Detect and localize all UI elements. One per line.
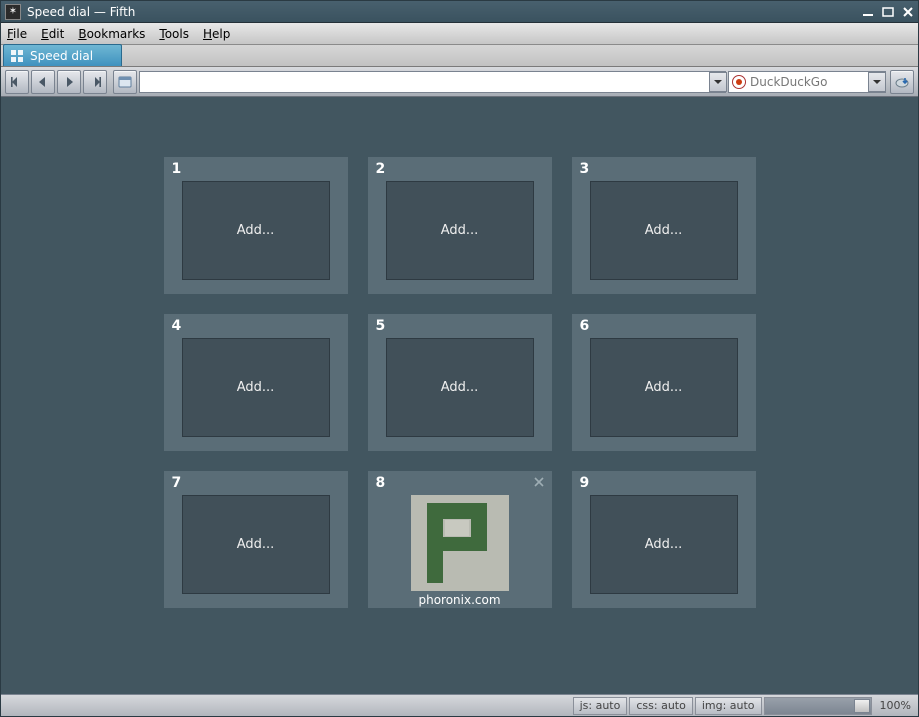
dial-inner: Add... [590, 495, 738, 594]
forward-button[interactable] [57, 70, 81, 94]
dial-add-label: Add... [645, 537, 683, 552]
url-input[interactable] [140, 72, 709, 92]
menu-tools[interactable]: Tools [159, 27, 189, 41]
dial-inner: Add... [182, 181, 330, 280]
speed-dial-icon [10, 49, 24, 63]
app-icon [5, 4, 21, 20]
dial-number: 7 [172, 475, 182, 491]
tab-strip: Speed dial [1, 45, 918, 67]
dial-number: 4 [172, 318, 182, 334]
dial-tile-7[interactable]: 7 Add... [164, 471, 348, 608]
status-css[interactable]: css: auto [629, 697, 692, 715]
menu-bar: File Edit Bookmarks Tools Help [1, 23, 918, 45]
status-bar: js: auto css: auto img: auto 100% [1, 694, 918, 716]
dial-number: 1 [172, 161, 182, 177]
dial-thumbnail [411, 495, 509, 591]
dial-inner: Add... [590, 181, 738, 280]
status-img[interactable]: img: auto [695, 697, 762, 715]
dial-number: 2 [376, 161, 386, 177]
dial-inner: Add... [386, 338, 534, 437]
dial-inner: Add... [386, 181, 534, 280]
url-history-dropdown[interactable] [709, 72, 727, 92]
dial-add-label: Add... [645, 380, 683, 395]
menu-help[interactable]: Help [203, 27, 230, 41]
dial-number: 5 [376, 318, 386, 334]
search-engine-label: DuckDuckGo [750, 75, 868, 89]
menu-bookmarks[interactable]: Bookmarks [78, 27, 145, 41]
maximize-button[interactable] [878, 3, 898, 21]
dial-inner: Add... [182, 495, 330, 594]
dial-add-label: Add... [441, 223, 479, 238]
menu-edit[interactable]: Edit [41, 27, 64, 41]
back-button[interactable] [31, 70, 55, 94]
close-button[interactable] [898, 3, 918, 21]
status-js[interactable]: js: auto [573, 697, 628, 715]
zoom-label: 100% [874, 699, 915, 712]
title-bar: Speed dial — Fifth [1, 1, 918, 23]
dial-tile-5[interactable]: 5 Add... [368, 314, 552, 451]
dial-add-label: Add... [237, 223, 275, 238]
url-bar[interactable] [139, 71, 726, 93]
dial-add-label: Add... [237, 537, 275, 552]
dial-number: 9 [580, 475, 590, 491]
speed-dial-grid: 1 Add... 2 Add... 3 Add... 4 Add... 5 [164, 157, 756, 608]
tab-label: Speed dial [30, 49, 93, 63]
dial-caption: phoronix.com [376, 593, 544, 607]
window-title: Speed dial — Fifth [27, 5, 858, 19]
content-area: 1 Add... 2 Add... 3 Add... 4 Add... 5 [1, 97, 918, 694]
reload-button[interactable] [113, 70, 137, 94]
dial-tile-2[interactable]: 2 Add... [368, 157, 552, 294]
dial-tile-8[interactable]: 8 phoronix.com [368, 471, 552, 608]
dial-tile-9[interactable]: 9 Add... [572, 471, 756, 608]
dial-tile-1[interactable]: 1 Add... [164, 157, 348, 294]
minimize-button[interactable] [858, 3, 878, 21]
dial-add-label: Add... [441, 380, 479, 395]
dial-inner: Add... [182, 338, 330, 437]
downloads-button[interactable] [890, 70, 914, 94]
nav-toolbar: DuckDuckGo [1, 67, 918, 97]
dial-number: 8 [376, 475, 386, 491]
dial-inner: Add... [590, 338, 738, 437]
forward-all-button[interactable] [83, 70, 107, 94]
zoom-slider-thumb[interactable] [854, 699, 870, 713]
dial-add-label: Add... [237, 380, 275, 395]
dial-tile-3[interactable]: 3 Add... [572, 157, 756, 294]
dial-tile-close[interactable] [532, 475, 546, 489]
dial-number: 3 [580, 161, 590, 177]
dial-add-label: Add... [645, 223, 683, 238]
dial-number: 6 [580, 318, 590, 334]
menu-file[interactable]: File [7, 27, 27, 41]
dial-thumbnail-wrap [376, 495, 544, 591]
duckduckgo-icon [732, 75, 746, 89]
tab-speed-dial[interactable]: Speed dial [3, 44, 122, 66]
url-bar-wrap [139, 71, 726, 93]
dial-tile-4[interactable]: 4 Add... [164, 314, 348, 451]
zoom-slider[interactable] [764, 697, 872, 715]
back-all-button[interactable] [5, 70, 29, 94]
dial-tile-6[interactable]: 6 Add... [572, 314, 756, 451]
search-engine-box[interactable]: DuckDuckGo [728, 71, 886, 93]
search-engine-dropdown[interactable] [868, 72, 886, 92]
